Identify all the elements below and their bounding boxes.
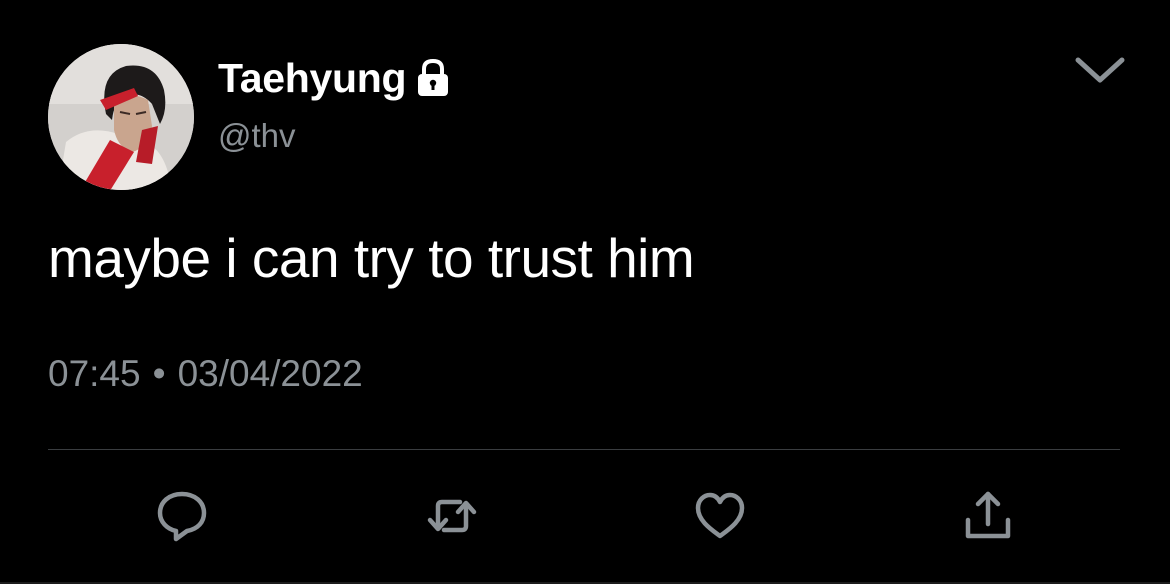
retweet-button[interactable] [424,488,480,544]
avatar-photo [48,44,194,190]
lock-icon [414,58,452,98]
tweet-card: Taehyung @thv maybe i can try to trust h… [0,0,1170,584]
tweet-time: 07:45 [48,353,141,394]
share-icon [965,491,1011,539]
like-button[interactable] [692,488,748,544]
heart-icon [695,492,745,539]
tweet-date: 03/04/2022 [177,353,363,394]
share-button[interactable] [960,488,1016,544]
divider [48,449,1120,450]
chevron-down-icon[interactable] [1072,50,1128,90]
timestamp-separator: • [152,353,166,394]
reply-button[interactable] [154,488,210,544]
retweet-icon [427,499,477,533]
reply-icon [157,491,207,542]
display-name-row: Taehyung [218,52,452,104]
avatar[interactable] [48,44,194,190]
tweet-text: maybe i can try to trust him [48,227,695,289]
display-name[interactable]: Taehyung [218,52,406,104]
tweet-timestamp[interactable]: 07:45 • 03/04/2022 [48,350,363,398]
user-handle[interactable]: @thv [218,114,296,158]
